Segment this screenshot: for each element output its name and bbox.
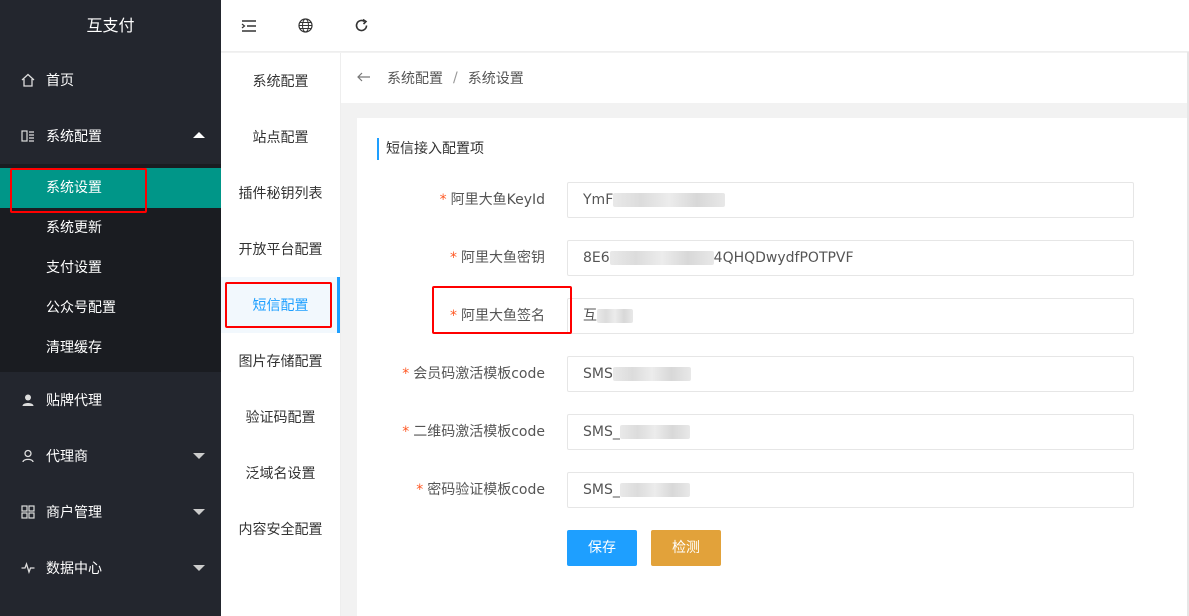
label-member-code: * 会员码激活模板code (402, 366, 545, 382)
label-password-code: * 密码验证模板code (416, 482, 545, 498)
keyid-input[interactable]: YmF (567, 182, 1134, 218)
nav-label-agent: 代理商 (46, 449, 88, 465)
chevron-down-icon (193, 453, 205, 459)
save-button[interactable]: 保存 (567, 530, 637, 566)
secondary-menu: 系统配置 站点配置 插件秘钥列表 开放平台配置 短信配置 图片存储配置 验证码配… (221, 53, 341, 616)
menu-item-plugin-keys[interactable]: 插件秘钥列表 (221, 165, 340, 221)
nav-item-merchant[interactable]: 商户管理 (0, 484, 221, 540)
breadcrumb: 系统配置 / 系统设置 (341, 53, 1189, 103)
password-code-input[interactable]: SMS_ (567, 472, 1134, 508)
nav-item-brand-agent[interactable]: 贴牌代理 (0, 372, 221, 428)
secret-input[interactable]: 8E6 4QHQDwydfPOTPVF (567, 240, 1134, 276)
nav-label-brand-agent: 贴牌代理 (46, 393, 102, 409)
nav-label-home: 首页 (46, 73, 74, 89)
form-row-password-code: * 密码验证模板code SMS_ (357, 472, 1189, 508)
pulse-icon (20, 560, 36, 576)
chevron-down-icon (193, 509, 205, 515)
sidebar: 互支付 首页 系统配置 系统设置 系统更新 支付设置 公众号配置 清理缓存 贴牌… (0, 0, 221, 616)
breadcrumb-system-config[interactable]: 系统配置 (387, 68, 443, 88)
chevron-down-icon (193, 565, 205, 571)
refresh-icon[interactable] (333, 0, 389, 52)
nav-item-data-center[interactable]: 数据中心 (0, 540, 221, 596)
form-row-keyid: * 阿里大鱼KeyId YmF (357, 182, 1189, 218)
annotation-box-signature-label (432, 286, 572, 334)
required-mark: * (439, 192, 447, 208)
required-mark: * (402, 366, 410, 382)
redacted-mask (612, 367, 691, 381)
required-mark: * (416, 482, 424, 498)
person-outline-icon (20, 448, 36, 464)
menu-item-open-platform[interactable]: 开放平台配置 (221, 221, 340, 277)
annotation-box-system-settings (10, 168, 147, 213)
form-row-qrcode-code: * 二维码激活模板code SMS_ (357, 414, 1189, 450)
label-keyid: * 阿里大鱼KeyId (439, 192, 545, 208)
required-mark: * (402, 424, 410, 440)
menu-item-captcha[interactable]: 验证码配置 (221, 389, 340, 445)
label-secret: * 阿里大鱼密钥 (450, 250, 545, 266)
top-bar (221, 0, 1189, 52)
nav-item-home[interactable]: 首页 (0, 52, 221, 108)
chevron-up-icon (193, 132, 205, 138)
annotation-box-sms-config (225, 282, 332, 328)
sub-item-payment-settings[interactable]: 支付设置 (0, 248, 221, 288)
label-qrcode-code: * 二维码激活模板code (402, 424, 545, 440)
nav-label-merchant: 商户管理 (46, 505, 102, 521)
signature-input[interactable]: 互 (567, 298, 1134, 334)
redacted-mask (619, 425, 690, 439)
menu-item-site-config[interactable]: 站点配置 (221, 109, 340, 165)
grid-icon (20, 504, 36, 520)
back-arrow-icon[interactable] (357, 70, 371, 86)
nav-label-data-center: 数据中心 (46, 561, 102, 577)
section-title: 短信接入配置项 (377, 138, 484, 160)
required-mark: * (450, 250, 457, 266)
menu-item-system-config[interactable]: 系统配置 (221, 53, 340, 109)
redacted-mask (597, 309, 633, 323)
redacted-mask (609, 251, 714, 265)
nav-item-system[interactable]: 系统配置 (0, 108, 221, 164)
menu-item-image-storage[interactable]: 图片存储配置 (221, 333, 340, 389)
detect-button[interactable]: 检测 (651, 530, 721, 566)
member-code-input[interactable]: SMS (567, 356, 1134, 392)
redacted-mask (613, 193, 726, 207)
redacted-mask (619, 483, 690, 497)
form-row-member-code: * 会员码激活模板code SMS (357, 356, 1189, 392)
globe-icon[interactable] (277, 0, 333, 52)
nav-label-system: 系统配置 (46, 129, 102, 145)
menu-item-wildcard-domain[interactable]: 泛域名设置 (221, 445, 340, 501)
breadcrumb-system-settings: 系统设置 (467, 71, 524, 87)
user-icon (20, 392, 36, 408)
menu-item-content-security[interactable]: 内容安全配置 (221, 501, 340, 557)
form-row-secret: * 阿里大鱼密钥 8E6 4QHQDwydfPOTPVF (357, 240, 1189, 276)
sub-item-official-account[interactable]: 公众号配置 (0, 288, 221, 328)
system-config-icon (20, 128, 36, 144)
home-icon (20, 72, 36, 88)
qrcode-code-input[interactable]: SMS_ (567, 414, 1134, 450)
sub-item-clear-cache[interactable]: 清理缓存 (0, 328, 221, 368)
breadcrumb-separator: / (453, 70, 458, 86)
sub-item-system-update[interactable]: 系统更新 (0, 208, 221, 248)
sms-config-card: 短信接入配置项 * 阿里大鱼KeyId YmF * 阿里大鱼密钥 8E6 4QHQDw… (357, 118, 1189, 616)
nav-item-agent[interactable]: 代理商 (0, 428, 221, 484)
menu-toggle-icon[interactable] (221, 0, 277, 52)
app-logo[interactable]: 互支付 (0, 0, 221, 52)
